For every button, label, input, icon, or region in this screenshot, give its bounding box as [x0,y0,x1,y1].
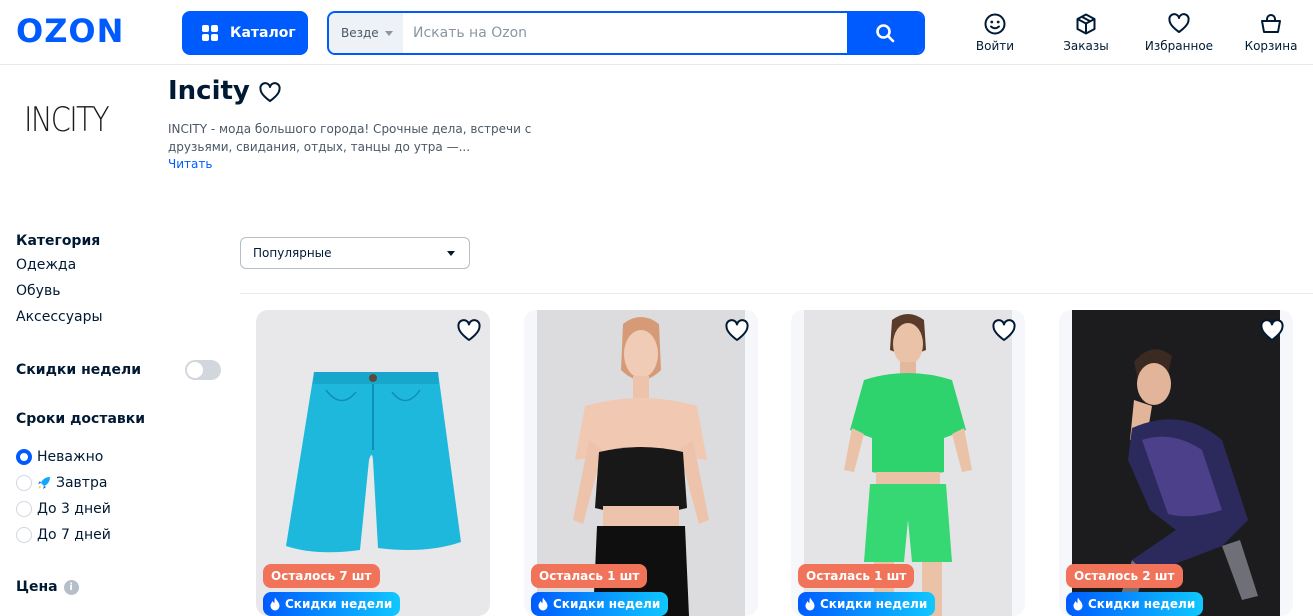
delivery-option-3-days[interactable]: До 3 дней [16,496,216,522]
favorites-button[interactable]: Избранное [1139,12,1219,53]
heart-icon [725,319,749,341]
product-favorite-button[interactable] [1259,319,1285,347]
search-scope-label: Везде [341,26,379,40]
weekly-deal-badge: Скидки недели [1066,592,1204,616]
product-favorite-button[interactable] [724,319,750,347]
search-button[interactable] [847,13,923,53]
radio-selected [16,449,32,465]
flame-icon [270,597,280,611]
box-icon [1076,13,1096,35]
top-header: OZON Каталог Везде Войти Заказы Избранно… [0,0,1313,65]
cart-label: Корзина [1244,39,1298,53]
delivery-heading: Сроки доставки [16,411,146,427]
search-scope-select[interactable]: Везде [329,13,403,53]
product-favorite-button[interactable] [991,319,1017,347]
brand-logo: INCITY [24,100,110,140]
catalog-button[interactable]: Каталог [182,11,308,55]
product-card[interactable]: Осталась 1 шт Скидки недели [524,310,758,616]
stock-badge: Осталась 1 шт [531,564,648,588]
radio-unselected [16,527,32,543]
delivery-option-label: Завтра [56,475,108,491]
weekly-deal-badge: Скидки недели [531,592,669,616]
radio-unselected [16,501,32,517]
delivery-option-7-days[interactable]: До 7 дней [16,522,216,548]
ozon-logo[interactable]: OZON [16,12,124,50]
weekly-deal-label: Скидки недели [820,597,928,611]
heart-icon [1168,13,1190,33]
chevron-down-icon [384,30,393,36]
search-input[interactable] [403,13,847,53]
brand-description: INCITY - мода большого города! Срочные д… [168,122,532,154]
cart-icon [1261,14,1281,33]
flame-icon [1073,597,1083,611]
category-item-shoes[interactable]: Обувь [16,278,226,304]
heart-icon [457,319,481,341]
login-label: Войти [975,39,1015,53]
catalog-button-label: Каталог [230,25,296,41]
stock-badge: Осталась 1 шт [798,564,915,588]
heart-icon [1260,319,1284,341]
delivery-option-any[interactable]: Неважно [16,444,216,470]
delivery-option-label: Неважно [37,449,104,465]
catalog-grid-icon [202,25,218,41]
flame-icon [805,597,815,611]
orders-button[interactable]: Заказы [1046,12,1126,53]
weekly-deal-label: Скидки недели [553,597,661,611]
radio-unselected [16,475,32,491]
weekly-deal-label: Скидки недели [285,597,393,611]
stock-badge: Осталось 2 шт [1066,564,1183,588]
product-favorite-button[interactable] [456,319,482,347]
weekly-deal-badge: Скидки недели [798,592,936,616]
product-card[interactable]: Осталось 7 шт Скидки недели [256,310,490,616]
sort-select[interactable]: Популярные [240,237,470,269]
brand-title: Incity [168,76,250,106]
heart-icon [992,319,1016,341]
info-icon[interactable]: i [63,579,79,595]
chevron-down-icon [447,251,455,256]
price-heading: Цена [16,579,58,595]
weekly-deals-label: Скидки недели [16,362,142,378]
delivery-option-tomorrow[interactable]: Завтра [16,470,216,496]
search-bar: Везде [327,11,925,55]
weekly-deal-label: Скидки недели [1088,597,1196,611]
category-item-accessories[interactable]: Аксессуары [16,304,226,330]
brand-favorite-button[interactable] [258,82,282,108]
flame-icon [538,597,548,611]
favorites-label: Избранное [1144,39,1214,53]
read-more-link[interactable]: Читать [168,157,212,171]
smiley-icon [984,13,1006,35]
rocket-icon [38,477,50,489]
sort-select-value: Популярные [253,246,332,260]
product-card[interactable]: Осталось 2 шт Скидки недели [1059,310,1293,616]
divider [240,293,1313,294]
delivery-option-label: До 7 дней [37,527,111,543]
stock-badge: Осталось 7 шт [263,564,380,588]
filters-sidebar: Категория Одежда Обувь Аксессуары Скидки… [16,230,226,595]
category-heading: Категория [16,233,101,249]
cart-button[interactable]: Корзина [1231,12,1311,53]
delivery-option-label: До 3 дней [37,501,111,517]
category-item-clothes[interactable]: Одежда [16,252,226,278]
weekly-deal-badge: Скидки недели [263,592,401,616]
weekly-deals-toggle[interactable] [185,360,221,380]
orders-label: Заказы [1063,39,1109,53]
search-icon [876,24,895,43]
product-card[interactable]: Осталась 1 шт Скидки недели [791,310,1025,616]
heart-icon [259,82,281,102]
login-button[interactable]: Войти [955,12,1035,53]
